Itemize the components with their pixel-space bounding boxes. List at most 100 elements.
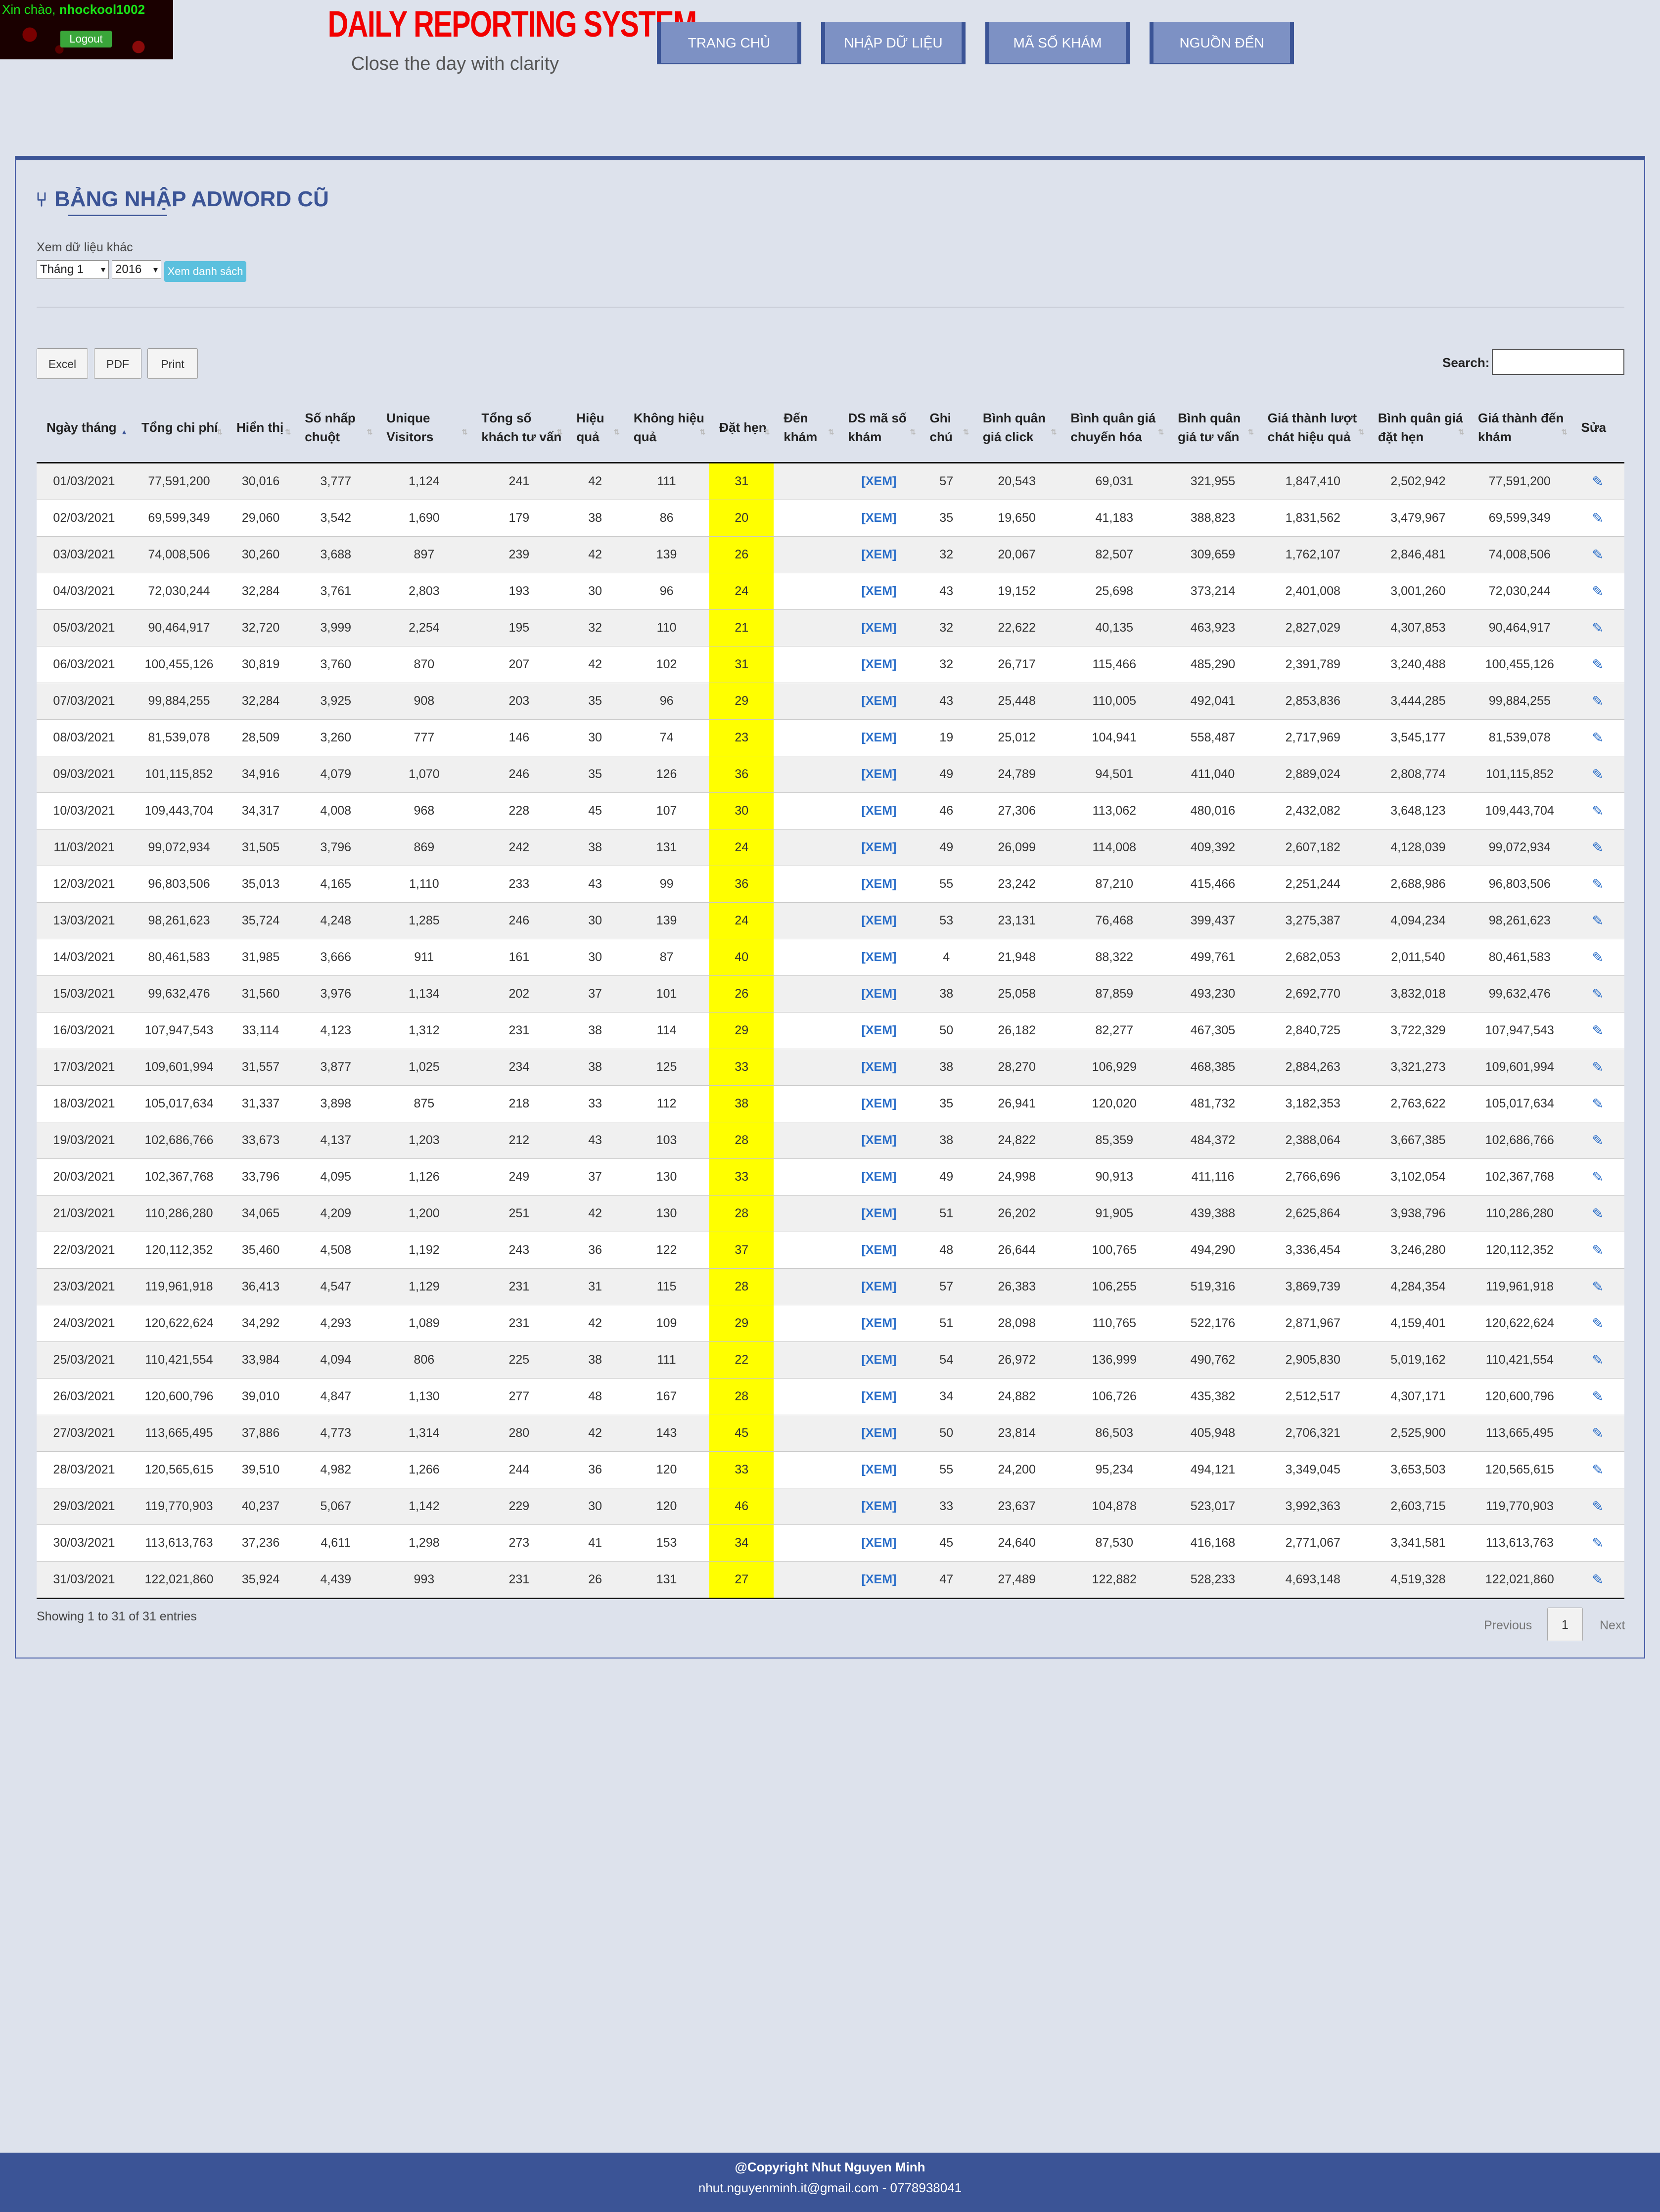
column-header[interactable]: Bình quân giá đặt hẹn ⇅ (1368, 393, 1469, 463)
appointment-cell: 37 (709, 1232, 774, 1269)
column-header[interactable]: Hiệu quả ⇅ (566, 393, 624, 463)
edit-icon[interactable]: ✎ (1571, 1305, 1624, 1342)
edit-icon[interactable]: ✎ (1571, 1232, 1624, 1269)
view-exam-codes-link[interactable]: [XEM] (838, 1232, 920, 1269)
view-exam-codes-link[interactable]: [XEM] (838, 792, 920, 830)
view-list-button[interactable]: Xem danh sách (164, 261, 246, 282)
view-exam-codes-link[interactable]: [XEM] (838, 500, 920, 537)
nav-exam-codes[interactable]: MÃ SỐ KHÁM (985, 22, 1130, 64)
view-exam-codes-link[interactable]: [XEM] (838, 939, 920, 976)
view-exam-codes-link[interactable]: [XEM] (838, 573, 920, 610)
view-exam-codes-link[interactable]: [XEM] (838, 975, 920, 1013)
view-exam-codes-link[interactable]: [XEM] (838, 1305, 920, 1342)
column-header[interactable]: Đặt hẹn ⇅ (709, 393, 774, 463)
view-exam-codes-link[interactable]: [XEM] (838, 1341, 920, 1379)
view-exam-codes-link[interactable]: [XEM] (838, 1415, 920, 1452)
edit-icon[interactable]: ✎ (1571, 1049, 1624, 1086)
column-header[interactable]: Bình quân giá tư vấn ⇅ (1168, 393, 1258, 463)
print-button[interactable]: Print (147, 348, 198, 379)
view-exam-codes-link[interactable]: [XEM] (838, 683, 920, 720)
nav-sources[interactable]: NGUỒN ĐẾN (1150, 22, 1294, 64)
edit-icon[interactable]: ✎ (1571, 939, 1624, 976)
nav-data-entry[interactable]: NHẬP DỮ LIỆU (821, 22, 966, 64)
edit-icon[interactable]: ✎ (1571, 646, 1624, 683)
view-exam-codes-link[interactable]: [XEM] (838, 1524, 920, 1562)
edit-icon[interactable]: ✎ (1571, 756, 1624, 793)
edit-icon[interactable]: ✎ (1571, 866, 1624, 903)
edit-icon[interactable]: ✎ (1571, 1378, 1624, 1415)
edit-icon[interactable]: ✎ (1571, 573, 1624, 610)
year-select[interactable]: 2016 ▾ (112, 260, 161, 279)
edit-icon[interactable]: ✎ (1571, 683, 1624, 720)
edit-icon[interactable]: ✎ (1571, 975, 1624, 1013)
table-row: 07/03/2021 99,884,255 32,284 3,925 908 203 35 9… (37, 683, 1624, 720)
month-select[interactable]: Tháng 1 ▾ (37, 260, 109, 279)
edit-icon[interactable]: ✎ (1571, 792, 1624, 830)
search-input[interactable] (1492, 349, 1624, 375)
edit-icon[interactable]: ✎ (1571, 1341, 1624, 1379)
column-header[interactable]: Không hiệu quả ⇅ (623, 393, 710, 463)
edit-icon[interactable]: ✎ (1571, 1524, 1624, 1562)
column-header[interactable]: DS mã số khám ⇅ (838, 393, 920, 463)
view-exam-codes-link[interactable]: [XEM] (838, 1158, 920, 1196)
edit-icon[interactable]: ✎ (1571, 1195, 1624, 1232)
view-exam-codes-link[interactable]: [XEM] (838, 719, 920, 756)
edit-icon[interactable]: ✎ (1571, 1561, 1624, 1599)
excel-button[interactable]: Excel (37, 348, 88, 379)
edit-icon[interactable]: ✎ (1571, 719, 1624, 756)
pagination-page-1[interactable]: 1 (1547, 1608, 1583, 1641)
pagination-next[interactable]: Next (1600, 1618, 1625, 1633)
column-header[interactable]: Giá thành đến khám ⇅ (1468, 393, 1571, 463)
pdf-button[interactable]: PDF (94, 348, 141, 379)
edit-icon[interactable]: ✎ (1571, 1122, 1624, 1159)
edit-icon[interactable]: ✎ (1571, 609, 1624, 646)
table-cell: 12/03/2021 (37, 866, 132, 903)
column-header[interactable]: Ghi chú ⇅ (920, 393, 973, 463)
logout-button[interactable]: Logout (60, 31, 112, 47)
edit-icon[interactable]: ✎ (1571, 1085, 1624, 1122)
edit-icon[interactable]: ✎ (1571, 1415, 1624, 1452)
column-header[interactable]: Đến khám ⇅ (774, 393, 838, 463)
nav-home[interactable]: TRANG CHỦ (657, 22, 801, 64)
view-exam-codes-link[interactable]: [XEM] (838, 1378, 920, 1415)
column-header[interactable]: Số nhấp chuột ⇅ (295, 393, 377, 463)
view-exam-codes-link[interactable]: [XEM] (838, 536, 920, 573)
view-exam-codes-link[interactable]: [XEM] (838, 756, 920, 793)
view-exam-codes-link[interactable]: [XEM] (838, 646, 920, 683)
view-exam-codes-link[interactable]: [XEM] (838, 902, 920, 939)
view-exam-codes-link[interactable]: [XEM] (838, 462, 920, 500)
edit-icon[interactable]: ✎ (1571, 462, 1624, 500)
edit-icon[interactable]: ✎ (1571, 536, 1624, 573)
column-header[interactable]: Bình quân giá click ⇅ (972, 393, 1061, 463)
column-header[interactable]: Hiển thị ⇅ (226, 393, 295, 463)
view-exam-codes-link[interactable]: [XEM] (838, 829, 920, 866)
edit-icon[interactable]: ✎ (1571, 1488, 1624, 1525)
edit-icon[interactable]: ✎ (1571, 829, 1624, 866)
view-exam-codes-link[interactable]: [XEM] (838, 1488, 920, 1525)
column-header[interactable]: Sửa (1571, 393, 1624, 463)
view-exam-codes-link[interactable]: [XEM] (838, 866, 920, 903)
view-exam-codes-link[interactable]: [XEM] (838, 1012, 920, 1049)
edit-icon[interactable]: ✎ (1571, 1158, 1624, 1196)
column-header[interactable]: Bình quân giá chuyển hóa ⇅ (1061, 393, 1168, 463)
view-exam-codes-link[interactable]: [XEM] (838, 1268, 920, 1305)
pagination-previous[interactable]: Previous (1484, 1618, 1532, 1633)
table-cell: 122,882 (1061, 1561, 1168, 1599)
view-exam-codes-link[interactable]: [XEM] (838, 1085, 920, 1122)
view-exam-codes-link[interactable]: [XEM] (838, 1195, 920, 1232)
edit-icon[interactable]: ✎ (1571, 1268, 1624, 1305)
view-exam-codes-link[interactable]: [XEM] (838, 1049, 920, 1086)
view-exam-codes-link[interactable]: [XEM] (838, 1451, 920, 1488)
edit-icon[interactable]: ✎ (1571, 1451, 1624, 1488)
column-header[interactable]: Tổng chi phí ⇅ (131, 393, 227, 463)
column-header[interactable]: Unique Visitors ⇅ (376, 393, 472, 463)
column-header[interactable]: Tổng số khách tư vấn ⇅ (471, 393, 567, 463)
view-exam-codes-link[interactable]: [XEM] (838, 1561, 920, 1599)
edit-icon[interactable]: ✎ (1571, 902, 1624, 939)
column-header[interactable]: Giá thành lượt chát hiệu quả ⇅ (1257, 393, 1368, 463)
edit-icon[interactable]: ✎ (1571, 500, 1624, 537)
edit-icon[interactable]: ✎ (1571, 1012, 1624, 1049)
view-exam-codes-link[interactable]: [XEM] (838, 609, 920, 646)
column-header[interactable]: Ngày tháng ▲ (37, 393, 132, 463)
view-exam-codes-link[interactable]: [XEM] (838, 1122, 920, 1159)
